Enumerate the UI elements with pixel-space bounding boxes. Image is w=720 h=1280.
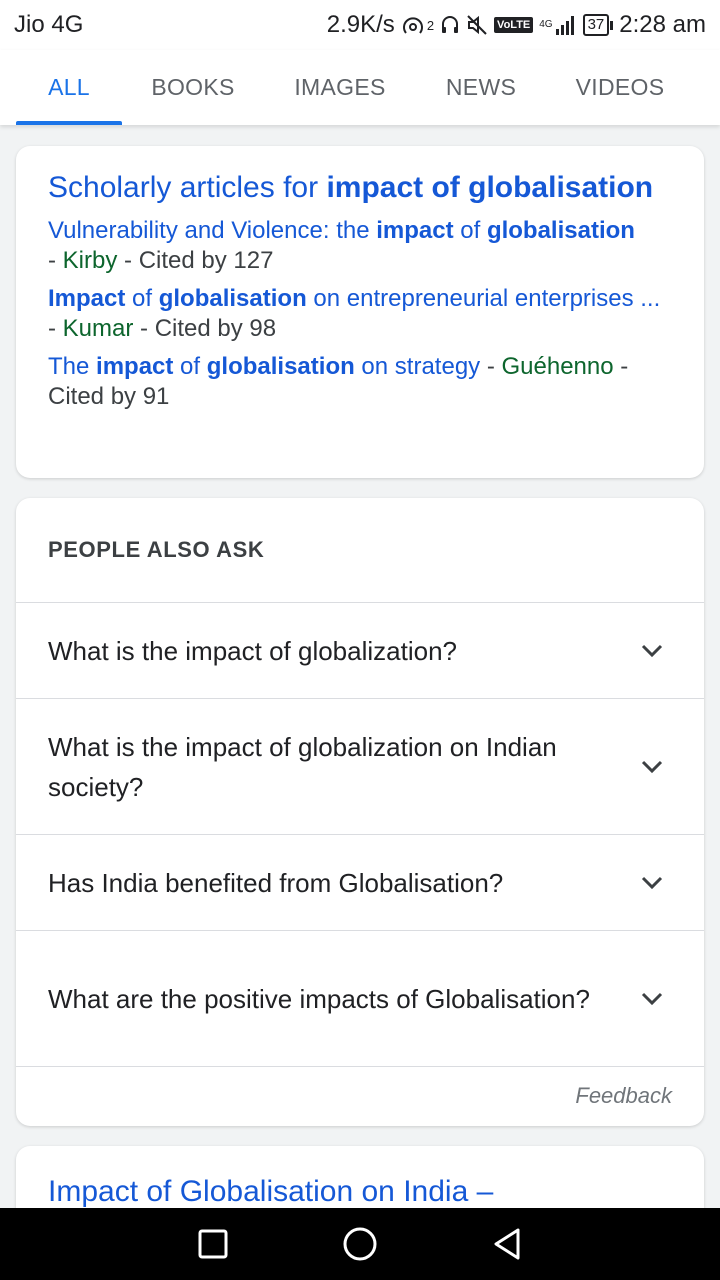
question-text: What are the positive impacts of Globali… xyxy=(48,983,590,1014)
scholar-title-query: impact of globalisation xyxy=(326,171,654,204)
question-text: Has India benefited from Globalisation? xyxy=(48,867,504,898)
people-also-ask-heading: PEOPLE ALSO ASK xyxy=(16,498,704,603)
hotspot-icon: 2 xyxy=(401,13,434,37)
chevron-down-icon[interactable] xyxy=(640,639,664,663)
question-text: What is the impact of globalization? xyxy=(48,635,457,666)
status-bar: Jio 4G 2.9K/s 2 VoLTE 4G 37 2:28 am xyxy=(0,0,720,50)
article-author: Kirby xyxy=(62,247,118,274)
feedback-link[interactable]: Feedback xyxy=(16,1067,704,1125)
article-author: Guéhenno xyxy=(501,353,614,380)
article-item: Impact of globalisation on entrepreneuri… xyxy=(48,285,661,342)
tab-images[interactable]: IMAGES xyxy=(280,50,400,125)
navigation-bar xyxy=(0,1208,720,1280)
question-item[interactable]: Has India benefited from Globalisation? xyxy=(16,835,704,931)
people-also-ask-card: PEOPLE ALSO ASK What is the impact of gl… xyxy=(16,498,704,1126)
active-tab-indicator xyxy=(16,121,122,125)
article-link[interactable]: Impact of globalisation on entrepreneuri… xyxy=(48,285,660,312)
scholar-title-prefix: Scholarly articles for xyxy=(48,171,327,204)
article-citations: Cited by 98 xyxy=(154,315,277,342)
clock: 2:28 am xyxy=(619,11,706,38)
scholarly-articles-card: Scholarly articles for impact of globali… xyxy=(16,146,704,478)
article-item: Vulnerability and Violence: the impact o… xyxy=(48,217,635,274)
hotspot-count: 2 xyxy=(426,17,435,33)
article-link[interactable]: Vulnerability and Violence: the impact o… xyxy=(48,217,635,244)
result-title-link[interactable]: Impact of Globalisation on India – xyxy=(48,1172,672,1212)
tab-all[interactable]: ALL xyxy=(16,50,122,125)
mute-icon xyxy=(466,14,488,36)
chevron-down-icon[interactable] xyxy=(640,871,664,895)
tab-books[interactable]: BOOKS xyxy=(140,50,246,125)
chevron-down-icon[interactable] xyxy=(640,755,664,779)
status-icons: 2.9K/s 2 VoLTE 4G 37 2:28 am xyxy=(327,11,706,39)
question-item[interactable]: What are the positive impacts of Globali… xyxy=(16,931,704,1067)
question-item[interactable]: What is the impact of globalization on I… xyxy=(16,699,704,835)
scholarly-articles-title[interactable]: Scholarly articles for impact of globali… xyxy=(48,168,672,208)
tab-news[interactable]: NEWS xyxy=(432,50,530,125)
volte-badge: VoLTE xyxy=(494,17,534,33)
signal-icon: 4G xyxy=(539,15,576,35)
home-icon[interactable] xyxy=(340,1224,380,1264)
network-speed: 2.9K/s xyxy=(326,11,395,38)
tab-videos[interactable]: VIDEOS xyxy=(562,50,678,125)
battery-level: 37 xyxy=(582,14,610,36)
back-icon[interactable] xyxy=(487,1224,527,1264)
question-item[interactable]: What is the impact of globalization? xyxy=(16,603,704,699)
recent-apps-icon[interactable] xyxy=(193,1224,233,1264)
network-type: 4G xyxy=(539,19,553,30)
article-citations: Cited by 127 xyxy=(138,247,274,274)
chevron-down-icon[interactable] xyxy=(640,987,664,1011)
carrier-label: Jio 4G xyxy=(14,11,84,38)
article-citations: Cited by 91 xyxy=(48,383,170,410)
article-author: Kumar xyxy=(62,315,134,342)
search-tabs: ALL BOOKS IMAGES NEWS VIDEOS xyxy=(0,50,720,125)
article-item: The impact of globalisation on strategy … xyxy=(48,353,629,410)
article-link[interactable]: The impact of globalisation on strategy xyxy=(48,353,480,380)
headphones-icon xyxy=(440,14,460,36)
battery-icon: 37 xyxy=(582,14,614,36)
question-text: What is the impact of globalization on I… xyxy=(48,731,557,802)
